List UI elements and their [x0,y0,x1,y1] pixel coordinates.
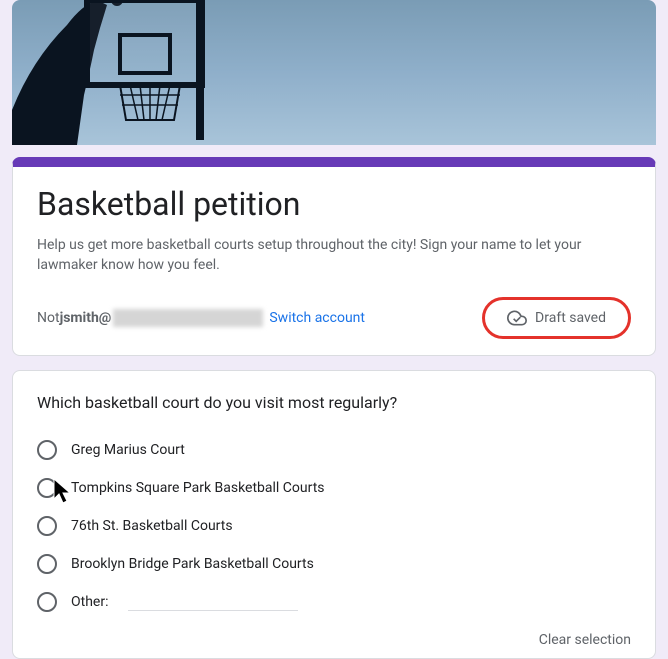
cloud-done-icon [507,308,527,328]
other-input[interactable] [128,594,298,611]
account-row: Not jsmith@ Switch account Draft saved [37,297,631,339]
option-label: Brooklyn Bridge Park Basketball Courts [71,556,314,572]
radio-option[interactable]: Greg Marius Court [37,440,631,460]
form-title-card: Basketball petition Help us get more bas… [12,157,656,356]
radio-icon [37,478,57,498]
question-prompt: Which basketball court do you visit most… [37,393,631,412]
radio-icon [37,516,57,536]
account-email: jsmith@ [60,310,112,326]
not-label: Not [37,310,60,326]
clear-selection-button[interactable]: Clear selection [37,632,631,648]
form-description: Help us get more basketball courts setup… [37,235,631,275]
radio-option[interactable]: Brooklyn Bridge Park Basketball Courts [37,554,631,574]
radio-option-other[interactable]: Other: [37,592,631,612]
other-label: Other: [71,594,108,610]
switch-account-link[interactable]: Switch account [269,310,365,326]
redacted-email [113,309,263,327]
draft-saved-label: Draft saved [535,310,606,326]
option-label: Tompkins Square Park Basketball Courts [71,480,325,496]
option-label: Greg Marius Court [71,442,185,458]
radio-option[interactable]: Tompkins Square Park Basketball Courts [37,478,631,498]
form-header-image [12,0,656,145]
radio-option[interactable]: 76th St. Basketball Courts [37,516,631,536]
question-card: Which basketball court do you visit most… [12,370,656,659]
radio-icon [37,554,57,574]
form-title: Basketball petition [37,185,631,223]
radio-icon [37,440,57,460]
radio-icon [37,592,57,612]
option-label: 76th St. Basketball Courts [71,518,233,534]
draft-saved-indicator: Draft saved [482,297,631,339]
